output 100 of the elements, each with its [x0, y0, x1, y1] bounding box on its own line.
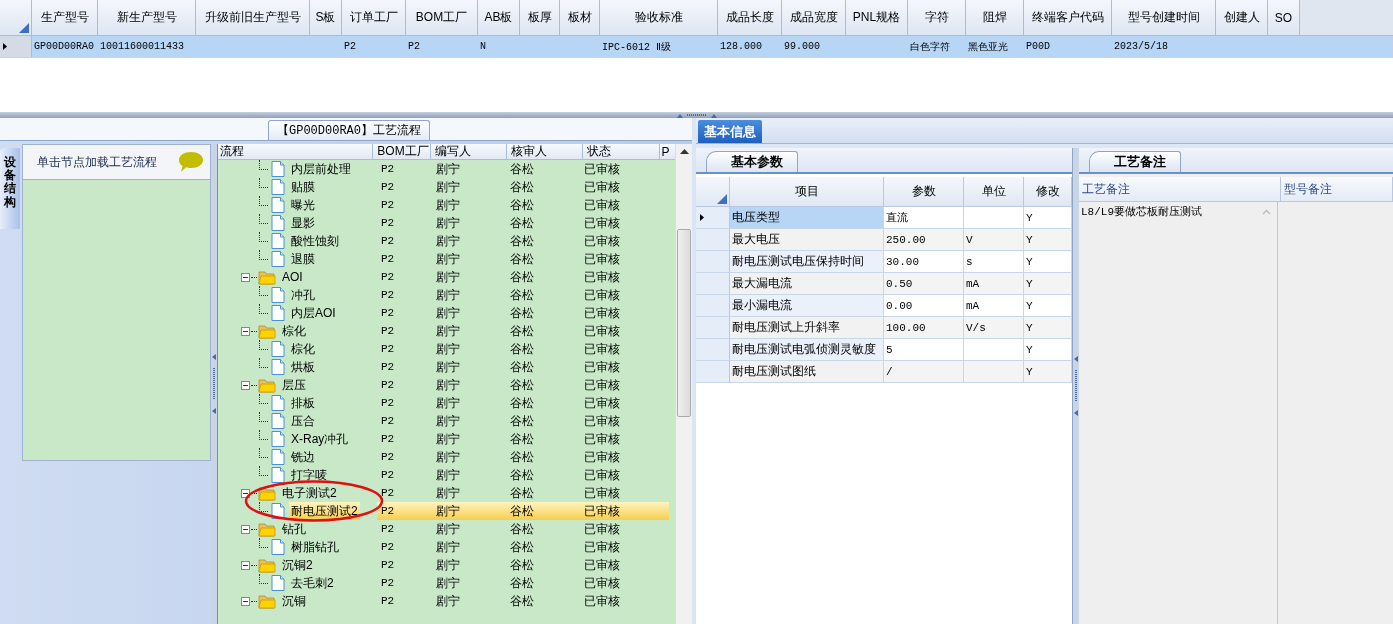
tree-row[interactable]: 内层AOI P2 剧宁 谷松 已审核	[218, 304, 675, 322]
column-header[interactable]: SO	[1268, 0, 1300, 36]
step-name: 层压	[281, 376, 307, 394]
scrollbar[interactable]	[675, 144, 692, 624]
collapse-icon[interactable]	[241, 380, 250, 390]
table-cell: 谷松	[506, 502, 580, 520]
table-cell-text: P2	[380, 397, 396, 409]
column-header[interactable]: 阻焊	[966, 0, 1024, 36]
flow-tab[interactable]: 【GP00D00RA0】工艺流程	[268, 120, 430, 140]
column-header[interactable]: P	[659, 144, 675, 159]
column-header[interactable]: AB板	[478, 0, 520, 36]
column-header[interactable]: 字符	[908, 0, 966, 36]
table-cell-text: P2	[380, 415, 396, 427]
column-header[interactable]: 创建人	[1216, 0, 1268, 36]
column-header[interactable]: 终端客户代码	[1024, 0, 1112, 36]
step-name: 内层AOI	[290, 304, 337, 322]
tree-row[interactable]: 打字唛 P2 剧宁 谷松 已审核	[218, 466, 675, 484]
column-header[interactable]: 成品宽度	[782, 0, 846, 36]
collapse-icon[interactable]	[241, 488, 250, 498]
column-header[interactable]: 板材	[560, 0, 600, 36]
table-cell-text: 已审核	[583, 466, 621, 484]
grid-corner[interactable]	[696, 177, 730, 207]
table-cell-text: 已审核	[583, 358, 621, 376]
column-header[interactable]: 工艺备注	[1079, 177, 1281, 201]
column-header[interactable]: 成品长度	[718, 0, 782, 36]
tree-row[interactable]: 铣边 P2 剧宁 谷松 已审核	[218, 448, 675, 466]
tree-row[interactable]: 烘板 P2 剧宁 谷松 已审核	[218, 358, 675, 376]
column-header[interactable]: 项目	[730, 177, 884, 207]
column-header[interactable]: 编写人	[431, 144, 507, 159]
tree-row[interactable]: X-Ray冲孔 P2 剧宁 谷松 已审核	[218, 430, 675, 448]
document-icon	[271, 287, 285, 303]
table-cell: /	[884, 361, 964, 383]
scroll-thumb[interactable]	[677, 229, 691, 417]
collapse-icon[interactable]	[241, 272, 250, 282]
tree-row[interactable]: 沉铜2 P2 剧宁 谷松 已审核	[218, 556, 675, 574]
notes-tab[interactable]: 工艺备注	[1089, 151, 1181, 172]
column-header[interactable]: 生产型号	[32, 0, 98, 36]
column-header[interactable]: 型号备注	[1281, 177, 1393, 201]
column-header[interactable]: 参数	[884, 177, 964, 207]
tree-row[interactable]: 电子测试2 P2 剧宁 谷松 已审核	[218, 484, 675, 502]
step-name: 曝光	[290, 196, 316, 214]
tree-row[interactable]: AOI P2 剧宁 谷松 已审核	[218, 268, 675, 286]
row-header[interactable]	[696, 207, 730, 229]
tree-row[interactable]: 棕化 P2 剧宁 谷松 已审核	[218, 322, 675, 340]
tree-row[interactable]: 内层前处理 P2 剧宁 谷松 已审核	[218, 160, 675, 178]
tree-row[interactable]: 耐电压测试2 P2 剧宁 谷松 已审核	[218, 502, 675, 520]
column-header[interactable]: BOM工厂	[406, 0, 478, 36]
tree-row[interactable]: 沉铜 P2 剧宁 谷松 已审核	[218, 592, 675, 610]
splitter-handle[interactable]	[676, 113, 717, 118]
document-icon	[271, 413, 285, 429]
column-header[interactable]: 板厚	[520, 0, 560, 36]
scroll-up-icon[interactable]	[679, 148, 689, 154]
splitter-handle[interactable]	[212, 354, 216, 414]
tree-row[interactable]: 冲孔 P2 剧宁 谷松 已审核	[218, 286, 675, 304]
column-header[interactable]: 状态	[582, 144, 660, 159]
table-cell-text: 已审核	[583, 412, 621, 430]
table-cell-text: P2	[380, 235, 396, 247]
tree-row[interactable]: 贴膜 P2 剧宁 谷松 已审核	[218, 178, 675, 196]
table-cell-text: 已审核	[583, 394, 621, 412]
tree-row[interactable]: 曝光 P2 剧宁 谷松 已审核	[218, 196, 675, 214]
column-header[interactable]: 型号创建时间	[1112, 0, 1216, 36]
collapse-icon[interactable]	[241, 560, 250, 570]
column-header[interactable]: 核审人	[506, 144, 583, 159]
table-cell-text: 剧宁	[435, 376, 461, 394]
column-header[interactable]: 新生产型号	[98, 0, 196, 36]
table-cell: 99.000	[782, 36, 846, 57]
column-header[interactable]: BOM工厂	[373, 144, 431, 159]
column-header[interactable]: 单位	[964, 177, 1024, 207]
column-header[interactable]: 升级前旧生产型号	[196, 0, 310, 36]
table-cell: mA	[964, 295, 1024, 317]
column-header[interactable]: 流程	[218, 144, 374, 159]
tree-row[interactable]: 酸性蚀刻 P2 剧宁 谷松 已审核	[218, 232, 675, 250]
tree-row[interactable]: 去毛刺2 P2 剧宁 谷松 已审核	[218, 574, 675, 592]
collapse-icon[interactable]	[241, 596, 250, 606]
params-tab[interactable]: 基本参数	[706, 151, 798, 172]
info-tab[interactable]: 基本信息	[698, 120, 762, 143]
tree-row[interactable]: 退膜 P2 剧宁 谷松 已审核	[218, 250, 675, 268]
column-header[interactable]: 订单工厂	[342, 0, 406, 36]
tree-row[interactable]: 排板 P2 剧宁 谷松 已审核	[218, 394, 675, 412]
grid-corner[interactable]	[0, 0, 32, 36]
table-cell: IPC-6012 Ⅱ级	[600, 36, 718, 57]
table-cell-text: 谷松	[509, 268, 535, 286]
column-header[interactable]: 验收标准	[600, 0, 718, 36]
splitter-handle[interactable]	[1074, 356, 1078, 416]
column-header[interactable]: S板	[310, 0, 342, 36]
row-header[interactable]	[0, 36, 32, 57]
tree-row[interactable]: 钻孔 P2 剧宁 谷松 已审核	[218, 520, 675, 538]
column-header[interactable]: 修改	[1024, 177, 1072, 207]
collapse-icon[interactable]	[241, 524, 250, 534]
note-text: L8/L9要做芯板耐压测试	[1081, 205, 1202, 219]
collapse-icon[interactable]	[241, 326, 250, 336]
column-header[interactable]: PNL规格	[846, 0, 908, 36]
document-icon	[271, 431, 285, 447]
tree-row[interactable]: 层压 P2 剧宁 谷松 已审核	[218, 376, 675, 394]
tree-row[interactable]: 棕化 P2 剧宁 谷松 已审核	[218, 340, 675, 358]
table-cell: 耐电压测试电弧侦测灵敏度	[730, 339, 884, 361]
tree-row[interactable]: 树脂钻孔 P2 剧宁 谷松 已审核	[218, 538, 675, 556]
side-tab[interactable]: 设备结构	[0, 148, 20, 229]
tree-row[interactable]: 压合 P2 剧宁 谷松 已审核	[218, 412, 675, 430]
tree-row[interactable]: 显影 P2 剧宁 谷松 已审核	[218, 214, 675, 232]
